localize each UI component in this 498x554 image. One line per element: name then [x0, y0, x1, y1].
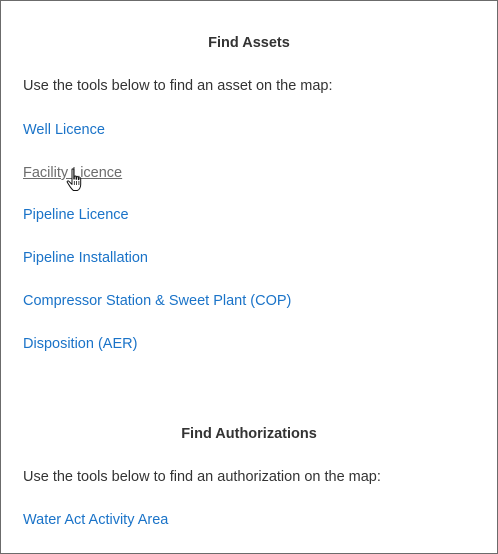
water-act-activity-area-link[interactable]: Water Act Activity Area: [23, 512, 168, 528]
disposition-aer-link[interactable]: Disposition (AER): [23, 336, 137, 352]
find-tools-panel: Find Assets Use the tools below to find …: [0, 0, 498, 554]
find-authorizations-intro: Use the tools below to find an authoriza…: [23, 469, 381, 485]
find-assets-heading: Find Assets: [208, 35, 290, 51]
pipeline-installation-link[interactable]: Pipeline Installation: [23, 250, 148, 266]
pipeline-licence-link[interactable]: Pipeline Licence: [23, 207, 129, 223]
find-authorizations-heading: Find Authorizations: [181, 426, 317, 442]
find-assets-intro: Use the tools below to find an asset on …: [23, 78, 333, 94]
facility-licence-link[interactable]: Facility Licence: [23, 165, 122, 181]
well-licence-link[interactable]: Well Licence: [23, 122, 105, 138]
compressor-station-link[interactable]: Compressor Station & Sweet Plant (COP): [23, 293, 291, 309]
